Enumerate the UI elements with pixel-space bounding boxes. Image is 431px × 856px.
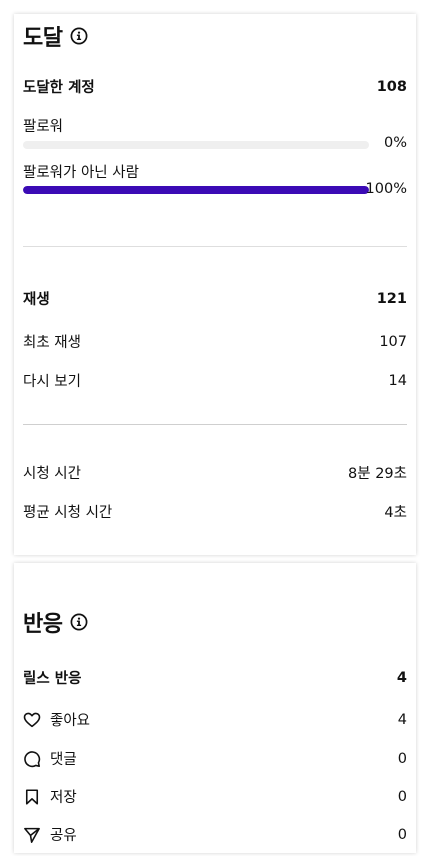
initial-plays-label: 최초 재생	[23, 335, 81, 351]
likes-label: 좋아요	[50, 713, 91, 729]
comments-row: 댓글 0	[23, 748, 407, 769]
accounts-reached-label: 도달한 계정	[23, 80, 95, 96]
accounts-reached-row: 도달한 계정 108	[23, 76, 407, 97]
reach-title: 도달	[23, 26, 63, 51]
accounts-reached-value: 108	[376, 78, 407, 95]
replays-label: 다시 보기	[23, 374, 81, 390]
reels-interactions-row: 릴스 반응 4	[23, 667, 407, 688]
saves-value: 0	[397, 788, 407, 805]
avg-watch-time-label: 평균 시청 시간	[23, 505, 113, 521]
followers-percent: 0%	[383, 135, 407, 151]
watch-time-label: 시청 시간	[23, 466, 81, 482]
watch-time-value: 8분 29초	[348, 466, 407, 482]
initial-plays-row: 최초 재생 107	[23, 331, 407, 352]
engagement-card: 반응 릴스 반응 4 좋아요 4 댓글 0 저장 0 공유 0	[14, 563, 416, 853]
reels-interactions-label: 릴스 반응	[23, 671, 82, 687]
non-followers-bar	[23, 186, 369, 194]
avg-watch-time-value: 4초	[384, 505, 407, 521]
reach-header: 도달	[23, 20, 88, 52]
watch-time-row: 시청 시간 8분 29초	[23, 462, 407, 483]
initial-plays-value: 107	[379, 333, 407, 350]
reach-card: 도달 도달한 계정 108 팔로워 0% 팔로워가 아닌 사람 100% 재생 …	[14, 14, 416, 555]
engagement-header: 반응	[23, 606, 88, 638]
likes-row: 좋아요 4	[23, 709, 407, 730]
paper-plane-icon	[23, 826, 41, 844]
info-icon[interactable]	[70, 27, 88, 45]
comments-value: 0	[397, 750, 407, 767]
non-followers-percent: 100%	[365, 181, 407, 197]
plays-value: 121	[376, 290, 407, 307]
replays-row: 다시 보기 14	[23, 370, 407, 391]
comment-bubble-icon	[23, 750, 41, 768]
likes-value: 4	[397, 711, 407, 728]
followers-label: 팔로워	[23, 119, 64, 135]
saves-label: 저장	[50, 790, 77, 806]
followers-bar	[23, 141, 369, 149]
plays-row: 재생 121	[23, 288, 407, 309]
non-followers-label: 팔로워가 아닌 사람	[23, 165, 139, 181]
heart-icon	[23, 711, 41, 729]
bookmark-icon	[23, 788, 41, 806]
divider	[23, 424, 407, 425]
shares-value: 0	[397, 826, 407, 843]
info-icon[interactable]	[70, 613, 88, 631]
avg-watch-time-row: 평균 시청 시간 4초	[23, 501, 407, 522]
reels-interactions-value: 4	[396, 669, 407, 686]
shares-row: 공유 0	[23, 824, 407, 845]
saves-row: 저장 0	[23, 786, 407, 807]
comments-label: 댓글	[50, 752, 77, 768]
shares-label: 공유	[50, 828, 77, 844]
plays-label: 재생	[23, 292, 50, 308]
divider	[23, 246, 407, 247]
engagement-title: 반응	[23, 612, 63, 637]
non-followers-bar-fill	[23, 186, 369, 194]
replays-value: 14	[388, 372, 407, 389]
